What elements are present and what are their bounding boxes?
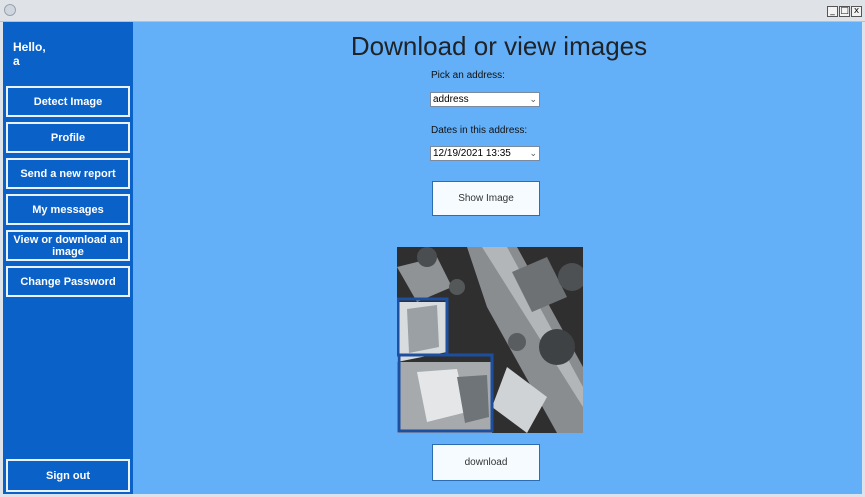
greeting-user: a bbox=[13, 54, 20, 68]
show-image-button[interactable]: Show Image bbox=[432, 181, 540, 216]
aerial-image bbox=[397, 247, 583, 433]
address-label: Pick an address: bbox=[431, 70, 505, 81]
date-dropdown[interactable]: 12/19/2021 13:35 ⌄ bbox=[430, 146, 540, 161]
close-button[interactable]: x bbox=[851, 6, 862, 17]
download-button[interactable]: download bbox=[432, 444, 540, 481]
maximize-button[interactable]: □ bbox=[839, 6, 850, 17]
window-controls: _ □ x bbox=[827, 6, 862, 17]
greeting-hello: Hello, bbox=[13, 40, 46, 54]
chevron-down-icon: ⌄ bbox=[529, 94, 537, 104]
sidebar-item-my-messages[interactable]: My messages bbox=[6, 194, 130, 225]
sidebar-item-profile[interactable]: Profile bbox=[6, 122, 130, 153]
address-dropdown[interactable]: address ⌄ bbox=[430, 92, 540, 107]
address-value: address bbox=[433, 94, 469, 105]
sidebar-item-change-password[interactable]: Change Password bbox=[6, 266, 130, 297]
window-titlebar: _ □ x bbox=[0, 0, 865, 22]
page-title: Download or view images bbox=[350, 31, 648, 61]
aerial-image-graphic bbox=[397, 247, 583, 433]
date-value: 12/19/2021 13:35 bbox=[433, 148, 511, 159]
dates-label: Dates in this address: bbox=[431, 125, 528, 136]
sidebar-item-detect-image[interactable]: Detect Image bbox=[6, 86, 130, 117]
sidebar-item-send-report[interactable]: Send a new report bbox=[6, 158, 130, 189]
app-icon bbox=[4, 4, 16, 16]
chevron-down-icon: ⌄ bbox=[529, 148, 537, 158]
sidebar: Hello, a Detect Image Profile Send a new… bbox=[3, 22, 133, 494]
signout-button[interactable]: Sign out bbox=[6, 459, 130, 492]
minimize-button[interactable]: _ bbox=[827, 6, 838, 17]
greeting: Hello, a bbox=[13, 40, 46, 68]
sidebar-item-view-download-image[interactable]: View or download an image bbox=[6, 230, 130, 261]
